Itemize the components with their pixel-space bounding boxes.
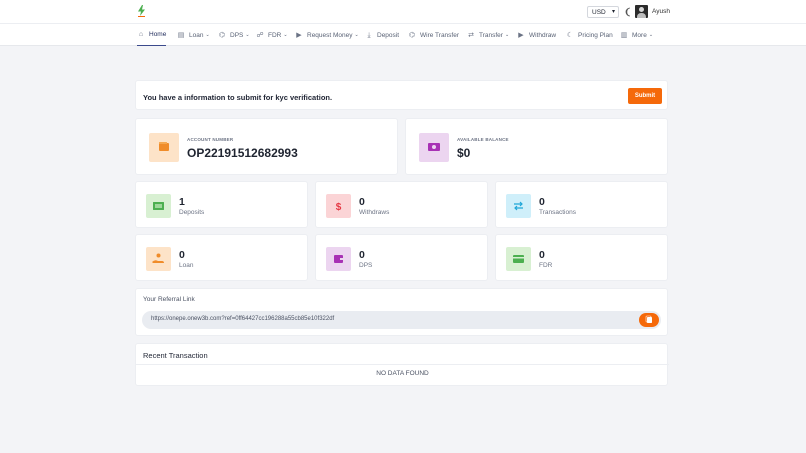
- top-bar: USD ▾ Ayush: [0, 0, 806, 24]
- stat-label: FDR: [539, 262, 553, 269]
- home-icon: ⌂: [138, 31, 144, 38]
- nav-label: Deposit: [377, 31, 400, 39]
- nav-label: More: [632, 31, 647, 39]
- money-icon: [419, 133, 449, 162]
- account-number-label: ACCOUNT NUMBER: [187, 137, 234, 142]
- stat-value: 0: [179, 249, 185, 261]
- stat-card-loan: 0 Loan: [135, 234, 308, 281]
- deposit-icon: ⤓: [367, 31, 371, 39]
- wallet-icon: [326, 247, 351, 271]
- referral-card: Your Referral Link https://onepe.onew3b.…: [135, 288, 668, 336]
- nav-label: Loan: [189, 31, 204, 39]
- nav-label: Wire Transfer: [420, 31, 460, 39]
- empty-state-text: NO DATA FOUND: [376, 370, 429, 377]
- stat-label: Deposits: [179, 209, 205, 216]
- bank-icon: ⌬: [218, 31, 226, 39]
- card-icon: [506, 247, 531, 271]
- chevron-down-icon: ⌄: [245, 32, 250, 38]
- recent-transaction-title: Recent Transaction: [143, 351, 208, 360]
- moon-icon: ☾: [566, 31, 574, 39]
- referral-link-field[interactable]: https://onepe.onew3b.com?ref=0ff64427cc1…: [142, 311, 661, 329]
- nav-item-more[interactable]: ▥ More ⌄: [620, 24, 653, 46]
- stat-label: Withdraws: [359, 209, 390, 216]
- stat-value: 0: [539, 249, 545, 261]
- chevron-down-icon: ⌄: [283, 32, 288, 38]
- available-balance-card: AVAILABLE BALANCE $0: [405, 118, 668, 175]
- avatar[interactable]: [635, 5, 648, 18]
- loan-icon: ▤: [177, 31, 185, 39]
- nav-item-wire-transfer[interactable]: ⌬ Wire Transfer: [408, 24, 459, 46]
- nav-label: Withdraw: [529, 31, 557, 39]
- transfer-arrows-icon: ⇄: [468, 31, 474, 39]
- users-icon: ☍: [256, 31, 264, 39]
- kyc-message: You have a information to submit for kyc…: [143, 93, 333, 102]
- currency-select[interactable]: USD ▾: [587, 6, 619, 18]
- nav-item-pricing-plan[interactable]: ☾ Pricing Plan: [566, 24, 613, 46]
- cash-icon: [146, 194, 171, 218]
- copy-icon: [645, 315, 652, 323]
- chevron-down-icon: ▾: [611, 9, 615, 15]
- nav-label: FDR: [268, 31, 282, 39]
- user-name[interactable]: Ayush: [652, 8, 670, 15]
- nav-label: Transfer: [479, 31, 503, 39]
- nav-item-home[interactable]: ⌂ Home: [137, 24, 167, 46]
- chevron-down-icon: ⌄: [354, 32, 359, 38]
- stat-card-deposits: 1 Deposits: [135, 181, 308, 228]
- stat-value: 0: [539, 196, 545, 208]
- chevron-down-icon: ⌄: [504, 32, 510, 38]
- nav-item-dps[interactable]: ⌬ DPS ⌄: [218, 24, 250, 46]
- stat-card-withdraws: $ 0 Withdraws: [315, 181, 488, 228]
- stat-label: Transactions: [539, 209, 576, 216]
- recent-transaction-card: Recent Transaction NO DATA FOUND: [135, 343, 669, 386]
- nav-item-loan[interactable]: ▤ Loan ⌄: [177, 24, 210, 46]
- bank-icon: ⌬: [408, 31, 416, 39]
- available-balance-value: $0: [457, 146, 471, 160]
- kyc-submit-button[interactable]: Submit: [628, 88, 662, 104]
- referral-link-value[interactable]: https://onepe.onew3b.com?ref=0ff64427cc1…: [151, 316, 334, 322]
- nav-label: Home: [149, 31, 167, 38]
- request-money-icon: ▶: [296, 31, 302, 39]
- wallet-icon: [149, 133, 179, 162]
- nav-item-request-money[interactable]: ▶ Request Money ⌄: [295, 24, 359, 46]
- nav-item-fdr[interactable]: ☍ FDR ⌄: [256, 24, 288, 46]
- box-icon: ▥: [620, 31, 628, 39]
- stat-value: 1: [179, 196, 185, 208]
- nav-label: Request Money: [307, 31, 353, 39]
- withdraw-icon: ▶: [518, 31, 524, 39]
- account-number-value: OP22191512682993: [187, 146, 298, 160]
- logo-icon[interactable]: [137, 5, 146, 17]
- referral-title: Your Referral Link: [143, 296, 195, 303]
- stat-card-dps: 0 DPS: [315, 234, 488, 281]
- stat-card-fdr: 0 FDR: [495, 234, 668, 281]
- nav-label: Pricing Plan: [578, 31, 613, 39]
- stat-card-transactions: 0 Transactions: [495, 181, 668, 228]
- nav-item-transfer[interactable]: ⇄ Transfer ⌄: [467, 24, 509, 46]
- copy-button[interactable]: [639, 313, 659, 327]
- nav-item-deposit[interactable]: ⤓ Deposit: [365, 24, 399, 46]
- divider: [136, 364, 669, 365]
- hand-coin-icon: [146, 247, 171, 271]
- stat-label: DPS: [359, 262, 373, 269]
- transfer-arrows-icon: [506, 194, 531, 218]
- account-number-card: ACCOUNT NUMBER OP22191512682993: [135, 118, 398, 175]
- main-nav: ⌂ Home ▤ Loan ⌄ ⌬ DPS ⌄ ☍ FDR ⌄ ▶ Reques…: [0, 24, 806, 46]
- stat-value: 0: [359, 196, 365, 208]
- available-balance-label: AVAILABLE BALANCE: [457, 137, 509, 142]
- currency-value: USD: [592, 9, 606, 16]
- dollar-icon: $: [326, 194, 351, 218]
- stat-label: Loan: [179, 262, 194, 269]
- svg-text:$: $: [336, 202, 342, 213]
- chevron-down-icon: ⌄: [648, 32, 654, 38]
- stat-value: 0: [359, 249, 365, 261]
- kyc-banner: You have a information to submit for kyc…: [135, 80, 668, 110]
- chevron-down-icon: ⌄: [205, 32, 210, 38]
- nav-item-withdraw[interactable]: ▶ Withdraw: [517, 24, 556, 46]
- dark-mode-toggle-icon[interactable]: [624, 7, 632, 17]
- nav-label: DPS: [230, 31, 244, 39]
